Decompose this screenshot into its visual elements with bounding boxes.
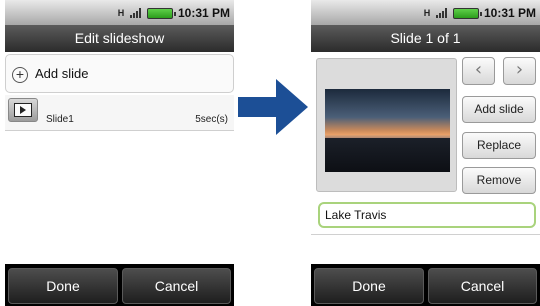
screen-title: Edit slideshow <box>5 25 234 52</box>
slideshow-icon <box>8 98 38 122</box>
done-button[interactable]: Done <box>8 268 118 304</box>
battery-icon <box>146 7 176 19</box>
signal-icon <box>435 8 447 18</box>
status-time: 10:31 PM <box>177 6 230 20</box>
done-button[interactable]: Done <box>314 268 424 304</box>
add-slide-button[interactable]: Add slide <box>462 96 536 123</box>
status-bar: H 10:31 PM <box>5 0 234 25</box>
add-slide-button[interactable]: + Add slide <box>5 54 234 93</box>
plus-icon: + <box>12 67 28 83</box>
network-h-icon: H <box>423 8 431 18</box>
screen-title: Slide 1 of 1 <box>311 25 540 52</box>
status-bar: H 10:31 PM <box>311 0 540 25</box>
slide-editor: ‹ › Add slide Replace Remove <box>311 52 540 264</box>
previous-slide-button[interactable]: ‹ <box>462 57 495 85</box>
slide-duration: 5sec(s) <box>195 114 228 125</box>
slide-photo <box>325 89 450 172</box>
network-h-icon: H <box>117 8 125 18</box>
bottom-action-bar: Done Cancel <box>311 264 540 306</box>
status-time: 10:31 PM <box>483 6 536 20</box>
next-slide-button[interactable]: › <box>503 57 536 85</box>
replace-button[interactable]: Replace <box>462 132 536 159</box>
bottom-action-bar: Done Cancel <box>5 264 234 306</box>
divider <box>311 234 540 235</box>
list-item[interactable]: Slide1 5sec(s) <box>5 95 234 131</box>
battery-icon <box>452 7 482 19</box>
remove-button[interactable]: Remove <box>462 167 536 194</box>
slide-preview <box>316 58 457 192</box>
slide-name: Slide1 <box>46 114 74 125</box>
arrow-right-icon <box>238 79 308 135</box>
slide-editor-screen: H 10:31 PM Slide 1 of 1 ‹ › Add slide Re… <box>311 0 540 306</box>
cancel-button[interactable]: Cancel <box>122 268 231 304</box>
signal-icon <box>129 8 141 18</box>
edit-slideshow-screen: H 10:31 PM Edit slideshow + Add slide Sl… <box>5 0 234 306</box>
add-slide-label: Add slide <box>35 66 89 81</box>
cancel-button[interactable]: Cancel <box>428 268 537 304</box>
caption-input[interactable] <box>318 202 536 228</box>
slide-list: + Add slide Slide1 5sec(s) <box>5 52 234 264</box>
